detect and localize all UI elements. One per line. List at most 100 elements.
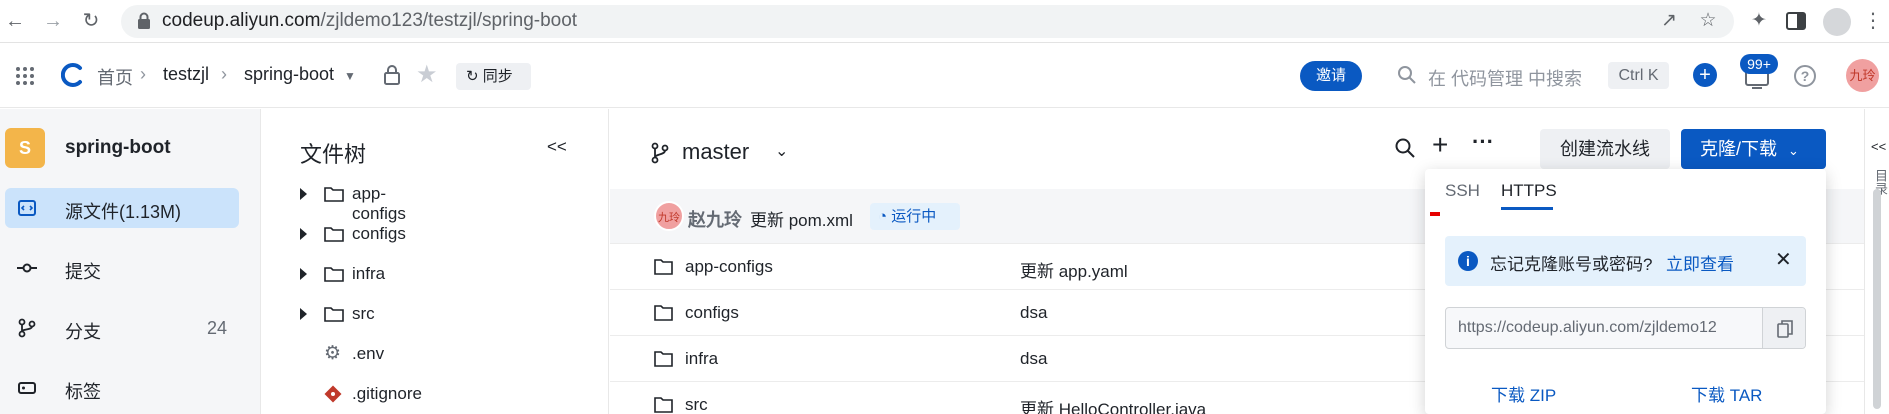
sidebar-item-commits[interactable]: 提交 — [5, 248, 239, 288]
file-tree-panel: 文件树 << app-configs configs infra src ⚙ .… — [262, 109, 609, 414]
clone-download-button[interactable]: 克隆/下载 ⌄ — [1681, 129, 1826, 169]
branch-icon — [651, 142, 669, 164]
file-name[interactable]: infra — [685, 349, 718, 369]
expand-caret-icon[interactable] — [300, 268, 307, 280]
info-icon: i — [1458, 251, 1478, 271]
profile-icon[interactable] — [1823, 8, 1851, 36]
tree-item-label: .gitignore — [352, 384, 422, 403]
info-link[interactable]: 立即查看 — [1666, 250, 1734, 275]
help-icon[interactable]: ? — [1794, 65, 1816, 87]
lock-icon[interactable] — [383, 64, 401, 86]
close-icon[interactable]: ✕ — [1775, 247, 1792, 272]
sidebar-item-label: 分支 — [65, 322, 101, 342]
folder-icon — [654, 305, 673, 321]
download-zip-link[interactable]: 下载 ZIP — [1491, 381, 1556, 406]
browser-toolbar: ← → ↻ codeup.aliyun.com/zjldemo123/testz… — [0, 0, 1889, 43]
folder-icon — [324, 267, 344, 282]
search-shortcut-badge: Ctrl K — [1608, 62, 1669, 89]
file-commit-message[interactable]: dsa — [1020, 303, 1047, 323]
search-input[interactable]: 在 代码管理 中搜索 — [1428, 65, 1582, 91]
branch-icon — [18, 318, 36, 338]
expand-caret-icon[interactable] — [300, 228, 307, 240]
commit-message[interactable]: 更新 pom.xml — [750, 206, 853, 231]
sync-icon: ↻ — [466, 68, 479, 85]
back-icon[interactable]: ← — [2, 8, 28, 34]
git-icon — [324, 385, 342, 403]
folder-icon — [324, 307, 344, 322]
commit-author-avatar: 九玲 — [654, 201, 684, 231]
url-host: codeup.aliyun.com — [162, 10, 321, 31]
sync-button[interactable]: ↻ 同步 — [456, 63, 531, 90]
commit-icon — [17, 263, 37, 273]
sidebar-item-tags[interactable]: 标签 — [5, 368, 239, 408]
clone-url-text[interactable]: https://codeup.aliyun.com/zjldemo12 — [1458, 319, 1717, 337]
menu-icon[interactable]: ⋮ — [1861, 9, 1885, 33]
search-icon[interactable] — [1397, 65, 1417, 85]
share-icon[interactable]: ↗ — [1657, 9, 1681, 33]
copy-button[interactable] — [1762, 308, 1805, 348]
user-avatar[interactable]: 九玲 — [1846, 59, 1879, 92]
branch-name: master — [682, 139, 750, 164]
expand-caret-icon[interactable] — [300, 188, 307, 200]
sidebar-item-label: 提交 — [65, 262, 101, 282]
url-text[interactable]: codeup.aliyun.com/zjldemo123/testzjl/spr… — [162, 10, 577, 32]
download-tar-link[interactable]: 下载 TAR — [1691, 381, 1762, 406]
expand-caret-icon[interactable] — [300, 308, 307, 320]
collapse-panel-icon[interactable]: << — [547, 137, 567, 157]
reload-icon[interactable]: ↻ — [78, 8, 104, 34]
commit-author[interactable]: 赵九玲 — [688, 206, 742, 232]
notification-badge: 99+ — [1740, 54, 1778, 74]
file-name[interactable]: src — [685, 395, 708, 414]
more-icon[interactable]: ··· — [1472, 129, 1494, 155]
file-commit-message[interactable]: dsa — [1020, 349, 1047, 369]
url-path: /zjldemo123/testzjl/spring-boot — [320, 10, 578, 31]
tab-https[interactable]: HTTPS — [1501, 181, 1557, 201]
create-pipeline-button[interactable]: 创建流水线 — [1540, 129, 1670, 169]
app-header: 首页 › testzjl › spring-boot ▼ ★ ↻ 同步 邀请 在… — [0, 44, 1889, 108]
breadcrumb-separator-icon: › — [140, 64, 146, 84]
extensions-icon[interactable]: ✦ — [1747, 9, 1771, 33]
pipeline-status-badge[interactable]: ◔ 运行中 — [870, 203, 960, 230]
add-icon[interactable]: + — [1432, 129, 1448, 161]
codeup-logo-icon[interactable] — [61, 63, 85, 87]
star-icon[interactable]: ★ — [416, 60, 438, 89]
clone-url-field[interactable]: https://codeup.aliyun.com/zjldemo12 — [1445, 307, 1806, 349]
apps-grid-icon[interactable] — [15, 66, 35, 86]
repo-dropdown-icon[interactable]: ▼ — [344, 69, 356, 83]
sidebar-item-branches[interactable]: 分支 24 — [5, 308, 239, 348]
forward-icon[interactable]: → — [40, 8, 66, 34]
create-new-button[interactable]: + — [1693, 63, 1717, 87]
info-banner: i 忘记克隆账号或密码? 立即查看 ✕ — [1445, 236, 1806, 286]
invite-button[interactable]: 邀请 — [1300, 61, 1362, 91]
breadcrumb-home[interactable]: 首页 — [97, 64, 133, 90]
file-name[interactable]: app-configs — [685, 257, 773, 277]
tree-item-label: .env — [352, 344, 385, 363]
repo-avatar: S — [5, 128, 45, 168]
scrollbar[interactable] — [1873, 189, 1881, 409]
breadcrumb-group[interactable]: testzjl — [163, 64, 209, 85]
repo-name[interactable]: spring-boot — [65, 137, 171, 159]
sidepanel-icon[interactable] — [1786, 12, 1806, 30]
file-name[interactable]: configs — [685, 303, 739, 323]
search-icon[interactable] — [1394, 137, 1416, 159]
breadcrumb-repo[interactable]: spring-boot — [244, 64, 334, 85]
chevron-down-icon: ⌄ — [1788, 143, 1799, 158]
repo-sidebar: S spring-boot 源文件(1.13M) 提交 分支 24 标签 — [0, 109, 261, 414]
copy-icon — [1777, 320, 1793, 338]
right-rail: << 目录 — [1864, 109, 1889, 414]
info-text: 忘记克隆账号或密码? — [1490, 255, 1653, 274]
gear-icon: ⚙ — [324, 343, 342, 364]
tag-icon — [18, 382, 36, 394]
pipeline-status-label: 运行中 — [891, 208, 937, 225]
file-commit-message[interactable]: 更新 app.yaml — [1020, 257, 1128, 282]
tree-item-label: app-configs — [352, 184, 406, 223]
tab-ssh[interactable]: SSH — [1445, 181, 1480, 201]
tree-item-label: infra — [352, 264, 386, 283]
tree-item-label: src — [352, 304, 375, 323]
expand-rail-icon[interactable]: << — [1871, 139, 1886, 154]
file-commit-message[interactable]: 更新 HelloController.java — [1020, 395, 1206, 414]
error-marker — [1430, 212, 1440, 216]
folder-icon — [654, 351, 673, 367]
star-icon[interactable]: ☆ — [1696, 9, 1720, 33]
sidebar-item-source-files[interactable]: 源文件(1.13M) — [5, 188, 239, 228]
